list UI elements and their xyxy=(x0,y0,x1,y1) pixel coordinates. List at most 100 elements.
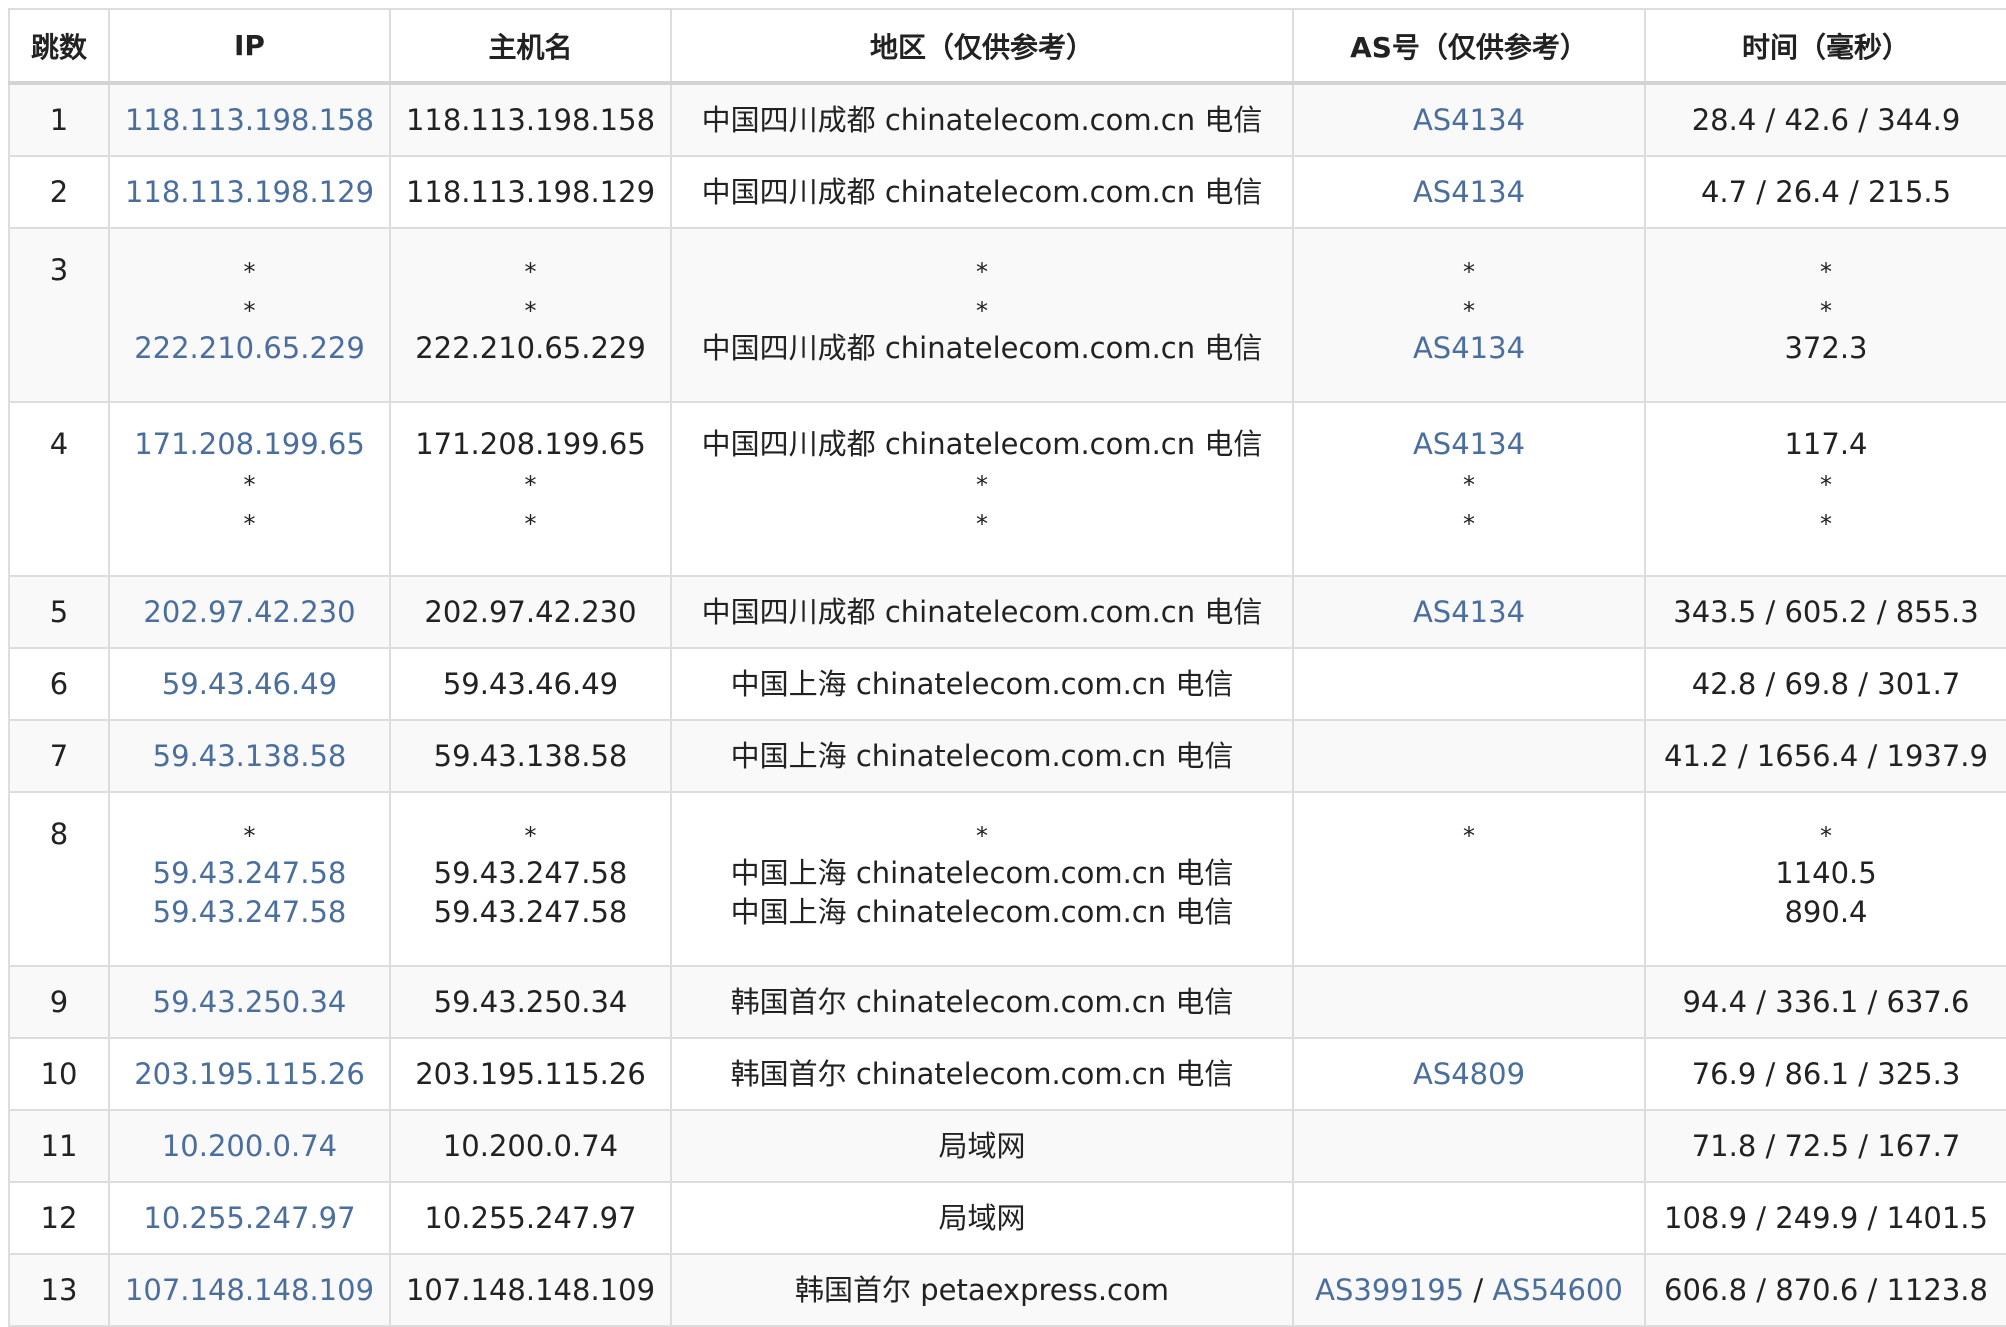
as-number-line xyxy=(1298,721,1640,791)
table-row: 11 10.200.0.74 10.200.0.74 局域网 71.8 / 72.5 /… xyxy=(8,1109,2006,1183)
region-line: * xyxy=(676,464,1288,503)
time-cell: * * 372.3 xyxy=(1644,227,2006,403)
no-response-marker: * xyxy=(524,258,537,286)
region-cell: 韩国首尔 chinatelecom.com.cn 电信 xyxy=(670,1037,1294,1111)
time-line: 71.8 / 72.5 / 167.7 xyxy=(1650,1111,2002,1181)
ip-line: * xyxy=(114,815,385,854)
time-cell: 94.4 / 336.1 / 637.6 xyxy=(1644,965,2006,1039)
no-response-marker: * xyxy=(1463,297,1475,325)
no-response-marker: * xyxy=(1463,822,1475,850)
hop-cell: 1 xyxy=(8,82,110,157)
hop-cell: 11 xyxy=(8,1109,110,1183)
header-region: 地区（仅供参考） xyxy=(670,8,1294,85)
as-link[interactable]: AS399195 xyxy=(1315,1273,1464,1307)
region-line: 中国四川成都 chinatelecom.com.cn 电信 xyxy=(676,577,1288,647)
as-link[interactable]: AS4134 xyxy=(1413,331,1525,365)
ip-cell: 118.113.198.129 xyxy=(108,155,391,229)
hostname-value: 59.43.46.49 xyxy=(442,667,619,701)
no-response-marker: * xyxy=(1820,510,1832,538)
ip-link[interactable]: 59.43.250.34 xyxy=(153,985,347,1019)
ip-link[interactable]: 171.208.199.65 xyxy=(134,427,365,461)
ip-cell: 59.43.138.58 xyxy=(108,719,391,793)
region-line: 韩国首尔 chinatelecom.com.cn 电信 xyxy=(676,1039,1288,1109)
hostname-value: 10.255.247.97 xyxy=(424,1201,637,1235)
table-row: 3 * * 222.210.65.229 * * 222.210.65.229 * * 中国四川成… xyxy=(8,227,2006,403)
hop-number: 3 xyxy=(49,253,69,287)
no-response-marker: * xyxy=(1463,471,1475,499)
ip-link[interactable]: 202.97.42.230 xyxy=(143,595,355,629)
hostname-line: 59.43.247.58 xyxy=(395,854,666,893)
as-link[interactable]: AS4809 xyxy=(1413,1057,1525,1091)
no-response-marker: * xyxy=(524,510,537,538)
as-number-line xyxy=(1298,893,1640,932)
time-line: 42.8 / 69.8 / 301.7 xyxy=(1650,649,2002,719)
region-line: 局域网 xyxy=(676,1183,1288,1253)
time-value: 372.3 xyxy=(1784,331,1868,365)
ip-link[interactable]: 107.148.148.109 xyxy=(125,1273,374,1307)
table-row: 13 107.148.148.109 107.148.148.109 韩国首尔 pet… xyxy=(8,1253,2006,1327)
ip-line: * xyxy=(114,464,385,503)
hostname-cell: * * 222.210.65.229 xyxy=(389,227,672,403)
header-hop: 跳数 xyxy=(8,8,110,85)
ip-line: 118.113.198.129 xyxy=(114,157,385,227)
no-response-marker: * xyxy=(1463,510,1475,538)
no-response-marker: * xyxy=(524,471,537,499)
ip-link[interactable]: 59.43.247.58 xyxy=(153,895,347,929)
region-value: 中国上海 chinatelecom.com.cn 电信 xyxy=(730,856,1234,890)
as-link[interactable]: AS4134 xyxy=(1413,103,1525,137)
ip-link[interactable]: 59.43.138.58 xyxy=(153,739,347,773)
ip-cell: 203.195.115.26 xyxy=(108,1037,391,1111)
as-number-cell: AS4134 xyxy=(1292,155,1646,229)
ip-link[interactable]: 203.195.115.26 xyxy=(134,1057,365,1091)
ip-cell: * 59.43.247.58 59.43.247.58 xyxy=(108,791,391,967)
hop-number: 6 xyxy=(49,667,69,701)
as-number-line: * xyxy=(1298,251,1640,290)
no-response-marker: * xyxy=(1820,822,1832,850)
hostname-cell: 10.255.247.97 xyxy=(389,1181,672,1255)
no-response-marker: * xyxy=(524,822,537,850)
hostname-line: * xyxy=(395,464,666,503)
time-cell: 41.2 / 1656.4 / 1937.9 xyxy=(1644,719,2006,793)
hostname-value: 118.113.198.158 xyxy=(405,103,656,137)
ip-link[interactable]: 59.43.247.58 xyxy=(153,856,347,890)
as-link[interactable]: AS4134 xyxy=(1413,427,1525,461)
hostname-cell: 107.148.148.109 xyxy=(389,1253,672,1327)
ip-link[interactable]: 118.113.198.158 xyxy=(125,103,374,137)
ip-link[interactable]: 118.113.198.129 xyxy=(125,175,374,209)
ip-link[interactable]: 222.210.65.229 xyxy=(134,331,365,365)
hostname-line: 118.113.198.129 xyxy=(395,157,666,227)
as-number-line: * xyxy=(1298,815,1640,854)
as-link[interactable]: AS54600 xyxy=(1492,1273,1623,1307)
hop-number: 13 xyxy=(40,1273,78,1307)
ip-link[interactable]: 59.43.46.49 xyxy=(162,667,337,701)
ip-link[interactable]: 10.200.0.74 xyxy=(162,1129,337,1163)
as-number-line: AS4134 xyxy=(1298,85,1640,155)
region-line: 中国四川成都 chinatelecom.com.cn 电信 xyxy=(676,329,1288,368)
as-link[interactable]: AS4134 xyxy=(1413,595,1525,629)
ip-line: 107.148.148.109 xyxy=(114,1255,385,1325)
region-cell: 局域网 xyxy=(670,1181,1294,1255)
as-number-line xyxy=(1298,854,1640,893)
ip-line: 202.97.42.230 xyxy=(114,577,385,647)
no-response-marker: * xyxy=(243,258,256,286)
region-line: 中国上海 chinatelecom.com.cn 电信 xyxy=(676,893,1288,932)
no-response-marker: * xyxy=(976,510,988,538)
table-row: 7 59.43.138.58 59.43.138.58 中国上海 chinatelec… xyxy=(8,719,2006,793)
no-response-marker: * xyxy=(524,297,537,325)
time-value: 108.9 / 249.9 / 1401.5 xyxy=(1664,1201,1988,1235)
as-number-line: AS4134 xyxy=(1298,425,1640,464)
hostname-value: 59.43.247.58 xyxy=(433,895,628,929)
ip-line: * xyxy=(114,503,385,542)
time-cell: 108.9 / 249.9 / 1401.5 xyxy=(1644,1181,2006,1255)
no-response-marker: * xyxy=(1463,258,1475,286)
table-row: 10 203.195.115.26 203.195.115.26 韩国首尔 china… xyxy=(8,1037,2006,1111)
ip-cell: * * 222.210.65.229 xyxy=(108,227,391,403)
time-value: 606.8 / 870.6 / 1123.8 xyxy=(1664,1273,1988,1307)
ip-line: 10.200.0.74 xyxy=(114,1111,385,1181)
region-value: 中国上海 chinatelecom.com.cn 电信 xyxy=(730,667,1234,701)
hostname-cell: 59.43.250.34 xyxy=(389,965,672,1039)
no-response-marker: * xyxy=(976,471,988,499)
ip-link[interactable]: 10.255.247.97 xyxy=(143,1201,355,1235)
hostname-cell: 59.43.138.58 xyxy=(389,719,672,793)
as-link[interactable]: AS4134 xyxy=(1413,175,1525,209)
